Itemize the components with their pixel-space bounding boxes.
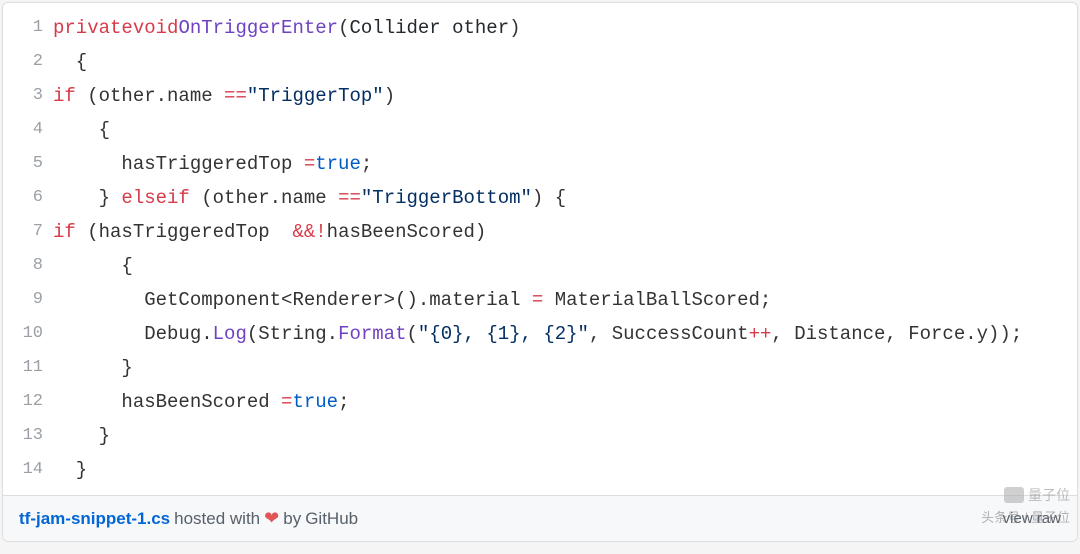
code-line[interactable]: }: [53, 419, 1077, 453]
watermark-top-text: 量子位: [1028, 485, 1070, 505]
line-number[interactable]: 13: [3, 419, 43, 453]
line-number[interactable]: 1: [3, 11, 43, 45]
heart-icon: ❤: [264, 508, 279, 529]
line-number[interactable]: 11: [3, 351, 43, 385]
watermark: 量子位 头条号 / 量子位: [981, 485, 1070, 526]
github-text: GitHub: [305, 509, 358, 529]
line-numbers-gutter: 1234567891011121314: [3, 3, 53, 495]
gist-container: 1234567891011121314 private void OnTrigg…: [2, 2, 1078, 542]
code-line[interactable]: if (other.name == "TriggerTop"): [53, 79, 1077, 113]
line-number[interactable]: 7: [3, 215, 43, 249]
watermark-bottom: 头条号 / 量子位: [981, 507, 1070, 526]
code-line[interactable]: {: [53, 249, 1077, 283]
line-number[interactable]: 9: [3, 283, 43, 317]
code-line[interactable]: private void OnTriggerEnter(Collider oth…: [53, 11, 1077, 45]
gist-filename-link[interactable]: tf-jam-snippet-1.cs: [19, 509, 170, 529]
code-line[interactable]: if (hasTriggeredTop && !hasBeenScored): [53, 215, 1077, 249]
line-number[interactable]: 12: [3, 385, 43, 419]
code-line[interactable]: {: [53, 113, 1077, 147]
code-content[interactable]: private void OnTriggerEnter(Collider oth…: [53, 3, 1077, 495]
line-number[interactable]: 6: [3, 181, 43, 215]
gist-footer: tf-jam-snippet-1.cs hosted with ❤ by Git…: [3, 495, 1077, 541]
code-area: 1234567891011121314 private void OnTrigg…: [3, 3, 1077, 495]
code-line[interactable]: hasBeenScored = true;: [53, 385, 1077, 419]
code-line[interactable]: }: [53, 351, 1077, 385]
line-number[interactable]: 10: [3, 317, 43, 351]
code-line[interactable]: } else if (other.name == "TriggerBottom"…: [53, 181, 1077, 215]
hosted-with-text: hosted with: [174, 509, 260, 529]
code-line[interactable]: }: [53, 453, 1077, 487]
line-number[interactable]: 2: [3, 45, 43, 79]
code-line[interactable]: {: [53, 45, 1077, 79]
wechat-icon: [1004, 487, 1024, 503]
code-line[interactable]: GetComponent<Renderer>().material = Mate…: [53, 283, 1077, 317]
code-line[interactable]: Debug.Log(String.Format("{0}, {1}, {2}",…: [53, 317, 1077, 351]
line-number[interactable]: 14: [3, 453, 43, 487]
by-text: by: [283, 509, 301, 529]
footer-left: tf-jam-snippet-1.cs hosted with ❤ by Git…: [19, 508, 358, 529]
line-number[interactable]: 3: [3, 79, 43, 113]
code-line[interactable]: hasTriggeredTop = true;: [53, 147, 1077, 181]
line-number[interactable]: 8: [3, 249, 43, 283]
watermark-top: 量子位: [981, 485, 1070, 505]
line-number[interactable]: 4: [3, 113, 43, 147]
line-number[interactable]: 5: [3, 147, 43, 181]
